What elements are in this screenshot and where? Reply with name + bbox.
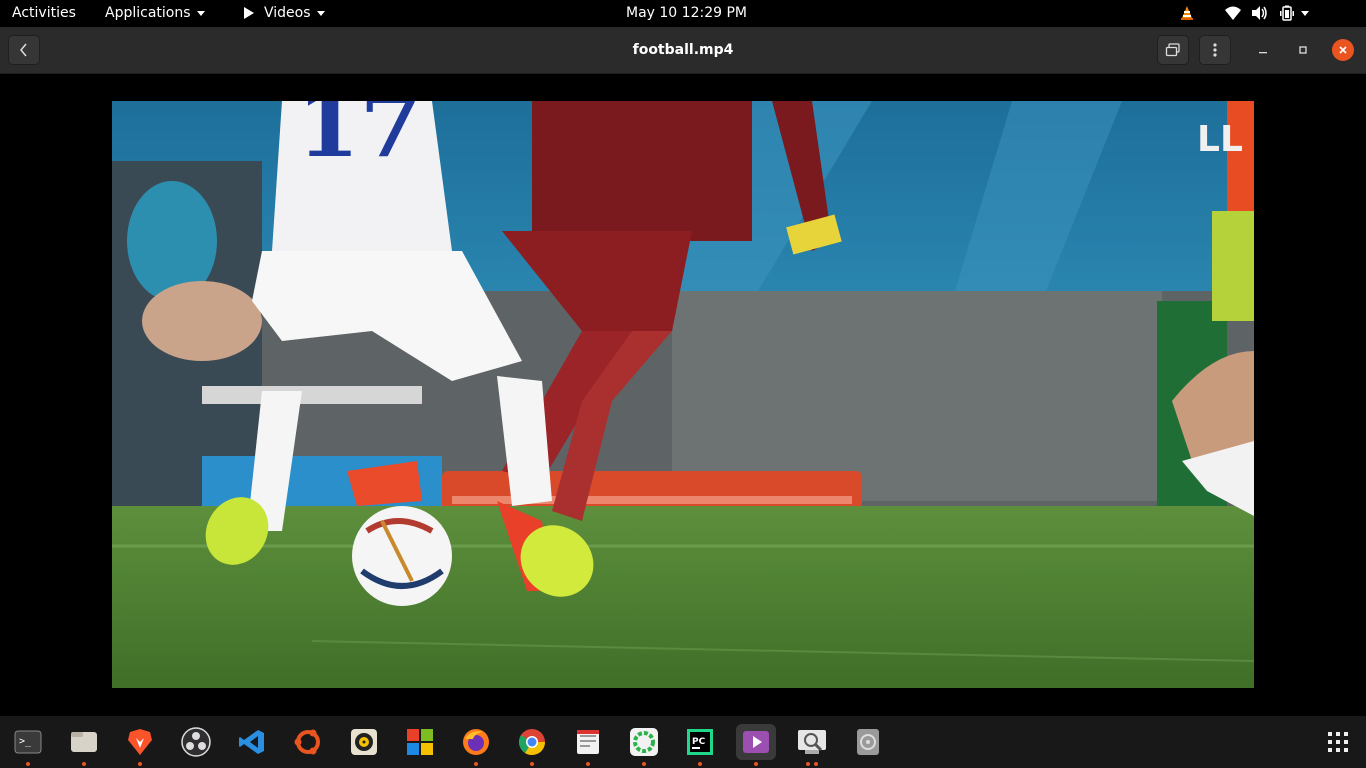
chevron-down-icon[interactable] [1301,11,1309,16]
text-editor-icon[interactable] [568,724,608,766]
windows-icon[interactable] [400,724,440,760]
vlc-icon[interactable] [1179,5,1195,21]
wifi-icon[interactable] [1224,5,1242,21]
maximize-icon [1299,46,1307,54]
videos-icon[interactable] [736,724,776,766]
applications-menu[interactable]: Applications [105,0,205,27]
vscode-icon[interactable] [232,724,272,760]
system-tray[interactable] [1166,0,1366,27]
svg-text:>_: >_ [19,736,32,747]
battery-icon[interactable] [1279,5,1295,21]
more-vertical-icon [1213,43,1217,57]
clock[interactable]: May 10 12:29 PM [626,0,747,27]
minimize-icon [1259,52,1267,54]
window-restore-icon [1165,43,1180,57]
brave-icon[interactable] [120,724,160,766]
image-viewer-icon[interactable] [792,724,832,766]
show-applications-icon[interactable] [1318,724,1358,760]
videos-label: Videos [264,5,311,21]
channel-watermark: LL [1197,119,1243,160]
files-icon[interactable] [64,724,104,766]
terminal-icon[interactable]: >_ [8,724,48,766]
disks-icon[interactable] [848,724,888,760]
videos-app-menu[interactable]: Videos [244,0,325,27]
activities-button[interactable]: Activities [12,0,76,27]
top-bar: Activities Applications Videos May 10 12… [0,0,1366,27]
close-icon [1339,46,1347,54]
chrome-icon[interactable] [512,724,552,766]
back-button[interactable] [8,35,40,65]
rhythmbox-icon[interactable] [344,724,384,760]
play-icon [244,7,254,19]
obs-icon[interactable] [176,724,216,760]
video-frame[interactable]: 17 LL [112,101,1254,688]
unfullscreen-button[interactable] [1157,35,1189,65]
firefox-icon[interactable] [456,724,496,766]
applications-label: Applications [105,5,191,21]
chevron-down-icon [196,10,205,16]
header-bar: football.mp4 [0,27,1366,74]
dock: >_ PC [0,716,1366,768]
tomboy-icon[interactable] [624,724,664,766]
close-button[interactable] [1332,39,1354,61]
menu-button[interactable] [1199,35,1231,65]
football-video-frame: 17 LL [112,101,1254,688]
svg-text:PC: PC [692,737,706,747]
chevron-down-icon [316,10,325,16]
volume-icon[interactable] [1251,5,1269,21]
jersey-number: 17 [297,101,422,178]
minimize-button[interactable] [1252,39,1274,61]
maximize-button[interactable] [1292,39,1314,61]
video-area[interactable]: 17 LL [0,74,1366,716]
chevron-left-icon [20,43,27,57]
ubuntu-software-icon[interactable] [288,724,328,760]
pycharm-icon[interactable]: PC [680,724,720,766]
